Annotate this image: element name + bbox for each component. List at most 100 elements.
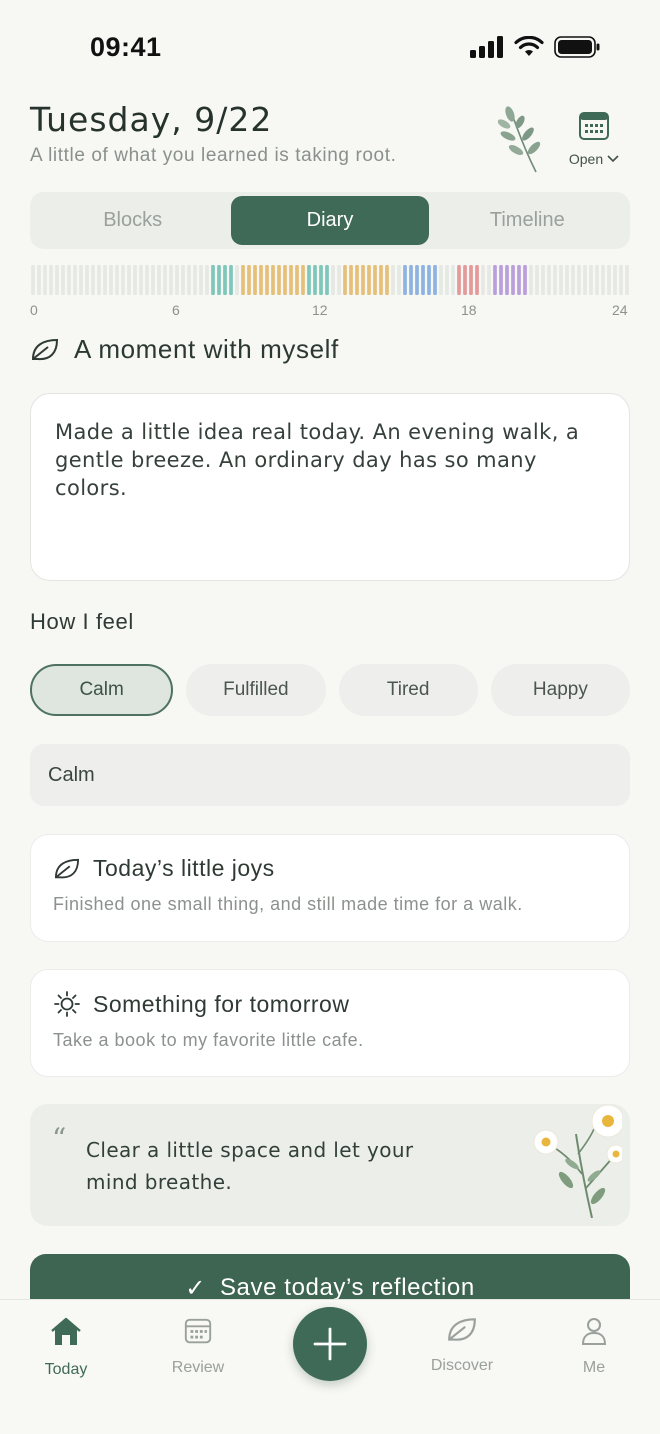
timeline-slot xyxy=(475,265,479,295)
timeline-slot xyxy=(187,265,191,295)
timeline-slot xyxy=(301,265,305,295)
timeline-slot xyxy=(175,265,179,295)
save-label: Save today’s reflection xyxy=(219,1274,475,1301)
timeline-slot xyxy=(559,265,563,295)
tab-discover-label: Discover xyxy=(430,1357,494,1374)
tomorrow-card[interactable]: Something for tomorrow Take a book to my… xyxy=(30,969,630,1077)
tab-me-label: Me xyxy=(582,1359,606,1376)
hour-label-6: 6 xyxy=(172,302,180,318)
leaf-icon xyxy=(31,338,59,360)
timeline-slot xyxy=(619,265,623,295)
mood-input[interactable]: Calm xyxy=(30,744,630,806)
timeline-slot xyxy=(337,265,341,295)
timeline-slot xyxy=(577,265,581,295)
timeline-slot xyxy=(115,265,119,295)
status-bar: 09:41 xyxy=(0,0,660,96)
timeline-slot xyxy=(271,265,275,295)
quote-text: Clear a little space and let your mind b… xyxy=(86,1138,414,1194)
tab-review[interactable]: Review xyxy=(153,1316,243,1377)
battery-icon xyxy=(554,36,600,58)
timeline-slot xyxy=(289,265,293,295)
timeline-slot xyxy=(259,265,263,295)
timeline-slot xyxy=(295,265,299,295)
calendar-icon xyxy=(184,1318,212,1344)
wifi-icon xyxy=(514,36,544,56)
mood-chip-tired[interactable]: Tired xyxy=(338,664,478,716)
chevron-down-icon xyxy=(607,155,619,163)
person-icon xyxy=(581,1318,607,1345)
view-segmented-control: Blocks Diary Timeline xyxy=(30,192,630,249)
open-calendar-button[interactable]: Open xyxy=(562,110,626,167)
timeline-slot xyxy=(481,265,485,295)
timeline-slot xyxy=(499,265,503,295)
timeline-slot xyxy=(541,265,545,295)
tab-today-label: Today xyxy=(44,1361,88,1378)
little-joys-card[interactable]: Today’s little joys Finished one small t… xyxy=(30,834,630,942)
timeline-slot xyxy=(241,265,245,295)
tab-me[interactable]: Me xyxy=(549,1316,639,1377)
hour-label-24: 24 xyxy=(612,302,628,318)
timeline-slot xyxy=(625,265,629,295)
timeline-slot xyxy=(133,265,137,295)
timeline-slot xyxy=(223,265,227,295)
mood-chips: Calm Fulfilled Tired Happy xyxy=(30,664,630,716)
timeline-slot xyxy=(613,265,617,295)
timeline-slot xyxy=(589,265,593,295)
feel-label: How I feel xyxy=(30,609,134,634)
timeline-slot xyxy=(61,265,65,295)
timeline-slot xyxy=(529,265,533,295)
timeline-slot xyxy=(73,265,77,295)
timeline-slot xyxy=(193,265,197,295)
timeline-slot xyxy=(109,265,113,295)
section-title-text: A moment with myself xyxy=(74,334,339,364)
plus-icon xyxy=(313,1327,347,1361)
timeline-slot xyxy=(457,265,461,295)
timeline-slot xyxy=(331,265,335,295)
joys-text: Finished one small thing, and still made… xyxy=(53,894,523,914)
timeline-slot xyxy=(553,265,557,295)
tab-diary[interactable]: Diary xyxy=(231,196,429,245)
timeline-slot xyxy=(505,265,509,295)
timeline-slot xyxy=(85,265,89,295)
timeline-slot xyxy=(307,265,311,295)
timeline-slot xyxy=(229,265,233,295)
mood-chip-fulfilled[interactable]: Fulfilled xyxy=(186,664,326,716)
timeline-slot xyxy=(31,265,35,295)
timeline-slot xyxy=(493,265,497,295)
hour-label-0: 0 xyxy=(30,302,38,318)
timeline-slot xyxy=(43,265,47,295)
leaf-icon xyxy=(54,858,80,878)
timeline-slot xyxy=(535,265,539,295)
timeline-slot xyxy=(145,265,149,295)
tab-timeline[interactable]: Timeline xyxy=(429,196,626,245)
timeline-slot xyxy=(127,265,131,295)
timeline-slot xyxy=(181,265,185,295)
tab-blocks[interactable]: Blocks xyxy=(34,196,231,245)
tab-discover[interactable]: Discover xyxy=(417,1316,507,1375)
timeline-hour-labels: 0 6 12 18 24 xyxy=(30,302,630,318)
timeline-slot xyxy=(391,265,395,295)
tab-today[interactable]: Today xyxy=(21,1316,111,1379)
timeline-slot xyxy=(379,265,383,295)
timeline-slot xyxy=(217,265,221,295)
timeline-slot xyxy=(343,265,347,295)
diary-textarea[interactable]: Made a little idea real today. An evenin… xyxy=(30,393,630,581)
mood-chip-happy[interactable]: Happy xyxy=(490,664,630,716)
mood-chip-calm[interactable]: Calm xyxy=(30,664,174,716)
timeline-slot xyxy=(319,265,323,295)
timeline-slot xyxy=(199,265,203,295)
timeline-slot xyxy=(511,265,515,295)
timeline-slot xyxy=(265,265,269,295)
daisy-illustration-icon xyxy=(533,1104,622,1218)
timeline-slot xyxy=(565,265,569,295)
timeline-slot xyxy=(355,265,359,295)
add-entry-button[interactable] xyxy=(293,1307,367,1381)
timeline-slot xyxy=(385,265,389,295)
timeline-slot xyxy=(67,265,71,295)
header: Tuesday, 9/22 A little of what you learn… xyxy=(30,100,630,184)
timeline-slot xyxy=(607,265,611,295)
timeline-slot xyxy=(253,265,257,295)
timeline-slot xyxy=(547,265,551,295)
timeline-slot xyxy=(157,265,161,295)
timeline-slot xyxy=(205,265,209,295)
